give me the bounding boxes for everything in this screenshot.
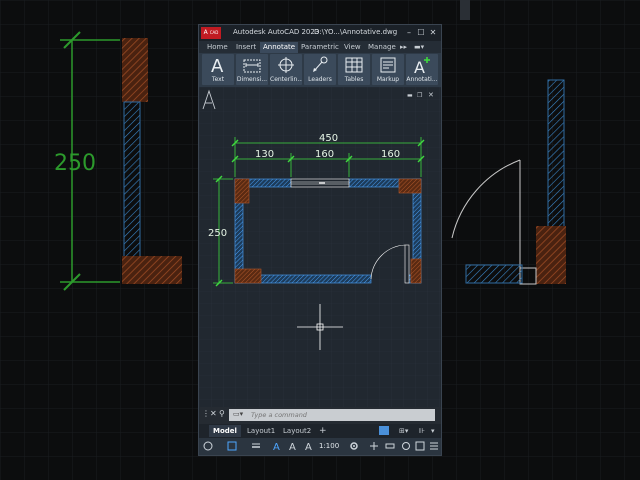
ribbon-options-icon[interactable]: ▬▾	[411, 42, 427, 53]
tab-model[interactable]: Model	[209, 425, 241, 437]
tab-manage[interactable]: Manage	[365, 42, 399, 53]
logo-text: CAD	[209, 30, 219, 35]
close-icon[interactable]: ✕	[427, 26, 439, 39]
workspace-gear-icon[interactable]	[349, 441, 359, 451]
viewport-restore-icon[interactable]: ❐	[417, 92, 423, 99]
add-layout-icon[interactable]: +	[315, 425, 331, 437]
autocad-window: A CAD Autodesk AutoCAD 2023 D:\YO...\Ann…	[198, 24, 442, 456]
dim-overall-label: 450	[319, 133, 338, 144]
command-input[interactable]	[229, 409, 435, 421]
markup-button-label: Markup	[376, 76, 400, 83]
centerline-icon	[278, 57, 294, 73]
column-top-left[interactable]	[234, 178, 250, 204]
table-icon	[345, 57, 363, 73]
maximize-icon[interactable]: ☐	[415, 26, 427, 39]
units-icon[interactable]	[385, 441, 395, 451]
markup-button[interactable]: Markup	[372, 54, 404, 85]
auto-scale-icon[interactable]: A	[289, 441, 299, 451]
autocad-logo[interactable]: A CAD	[201, 27, 221, 39]
tab-parametric[interactable]: Parametric	[298, 42, 342, 53]
markup-icon	[380, 57, 396, 73]
leaders-button[interactable]: Leaders	[304, 54, 336, 85]
command-settings-icon[interactable]: ⚲	[219, 409, 225, 418]
lineweight-icon[interactable]	[251, 441, 261, 451]
drawing-canvas[interactable]: ▬ ❐ ✕ 450 130 160 160 250	[199, 87, 441, 427]
layout-tab-bar: Model Layout1 Layout2 + ⊞▾ ⊪ ▾	[199, 424, 441, 438]
svg-text:A: A	[273, 442, 280, 451]
dimension-button[interactable]: Dimensi...	[236, 54, 268, 85]
file-title: D:\YO...\Annotative.dwg	[314, 28, 398, 36]
dim-height-label: 250	[208, 228, 227, 239]
svg-text:A: A	[289, 442, 296, 451]
tab-view[interactable]: View	[341, 42, 364, 53]
model-viewport[interactable]: ▬ ❐ ✕ 450 130 160 160 250	[199, 87, 441, 427]
leaders-button-label: Leaders	[308, 76, 332, 83]
annotation-scale-value[interactable]: 1:100	[319, 442, 339, 450]
text-button[interactable]: A Text	[202, 54, 234, 85]
centerline-button-label: Centerlin...	[270, 76, 302, 83]
minimize-icon[interactable]: –	[403, 26, 415, 39]
viewport-close-icon[interactable]: ✕	[428, 91, 434, 99]
model-space-icon[interactable]	[379, 426, 389, 435]
text-button-label: Text	[211, 76, 225, 83]
tables-button[interactable]: Tables	[338, 54, 370, 85]
annotation-monitor-icon[interactable]	[369, 441, 379, 451]
column-bottom-left[interactable]	[234, 268, 262, 284]
command-close-icon[interactable]: ⋮✕	[202, 409, 217, 418]
command-line: ⋮✕ ⚲ ▭▾	[199, 407, 441, 424]
logo-letter: A	[203, 29, 208, 36]
annotation-scaling-button[interactable]: A Annotati...	[406, 54, 438, 85]
tables-button-label: Tables	[344, 76, 364, 83]
tab-home[interactable]: Home	[204, 42, 231, 53]
dim-right-label: 160	[381, 149, 400, 160]
selection-cycle-icon[interactable]	[227, 441, 237, 451]
annotation-scaling-button-label: Annotati...	[406, 76, 438, 83]
svg-text:A: A	[211, 56, 224, 74]
svg-text:A: A	[414, 58, 425, 74]
background-dim-height: 250	[54, 151, 96, 176]
viewport-minimize-icon[interactable]: ▬	[407, 92, 413, 99]
column-top-right[interactable]	[398, 178, 422, 194]
ribbon-panel: A Text Dimensi... Centerlin... Leaders T…	[199, 53, 441, 87]
isolate-objects-icon[interactable]	[401, 441, 411, 451]
tab-layout2[interactable]: Layout2	[279, 425, 315, 437]
ortho-icon[interactable]	[203, 441, 213, 451]
status-menu-icon[interactable]	[429, 441, 439, 451]
annotation-scale-icon[interactable]: A	[305, 441, 315, 451]
column-bottom-right[interactable]	[410, 258, 422, 284]
customize-icon[interactable]: ▾	[427, 425, 439, 437]
annotation-visibility-icon[interactable]: A	[273, 441, 283, 451]
grid-icon[interactable]: ⊞▾	[395, 425, 412, 437]
door-leaf[interactable]	[404, 244, 410, 284]
dimension-icon	[243, 59, 261, 73]
app-title: Autodesk AutoCAD 2023	[233, 28, 320, 36]
fullscreen-icon[interactable]	[415, 441, 425, 451]
dim-middle-label: 160	[315, 149, 334, 160]
more-tabs-icon[interactable]: ▸▸	[397, 42, 410, 53]
dimension-button-label: Dimensi...	[236, 76, 268, 83]
svg-text:A: A	[305, 442, 312, 451]
annotation-scaling-icon: A	[414, 57, 430, 74]
ribbon-tab-bar: Home Insert Annotate Parametric View Man…	[199, 41, 441, 53]
leader-icon	[313, 56, 328, 72]
tab-annotate[interactable]: Annotate	[260, 42, 299, 53]
centerline-button[interactable]: Centerlin...	[270, 54, 302, 85]
status-bar: A A A 1:100	[199, 438, 441, 455]
tab-insert[interactable]: Insert	[233, 42, 259, 53]
dim-left-label: 130	[255, 149, 274, 160]
tab-layout1[interactable]: Layout1	[243, 425, 279, 437]
text-icon: A	[211, 56, 224, 74]
title-bar: A CAD Autodesk AutoCAD 2023 D:\YO...\Ann…	[199, 25, 441, 41]
command-history-icon[interactable]: ▭▾	[233, 410, 243, 418]
viewport-controls[interactable]: ▬ ❐ ✕	[407, 91, 434, 99]
